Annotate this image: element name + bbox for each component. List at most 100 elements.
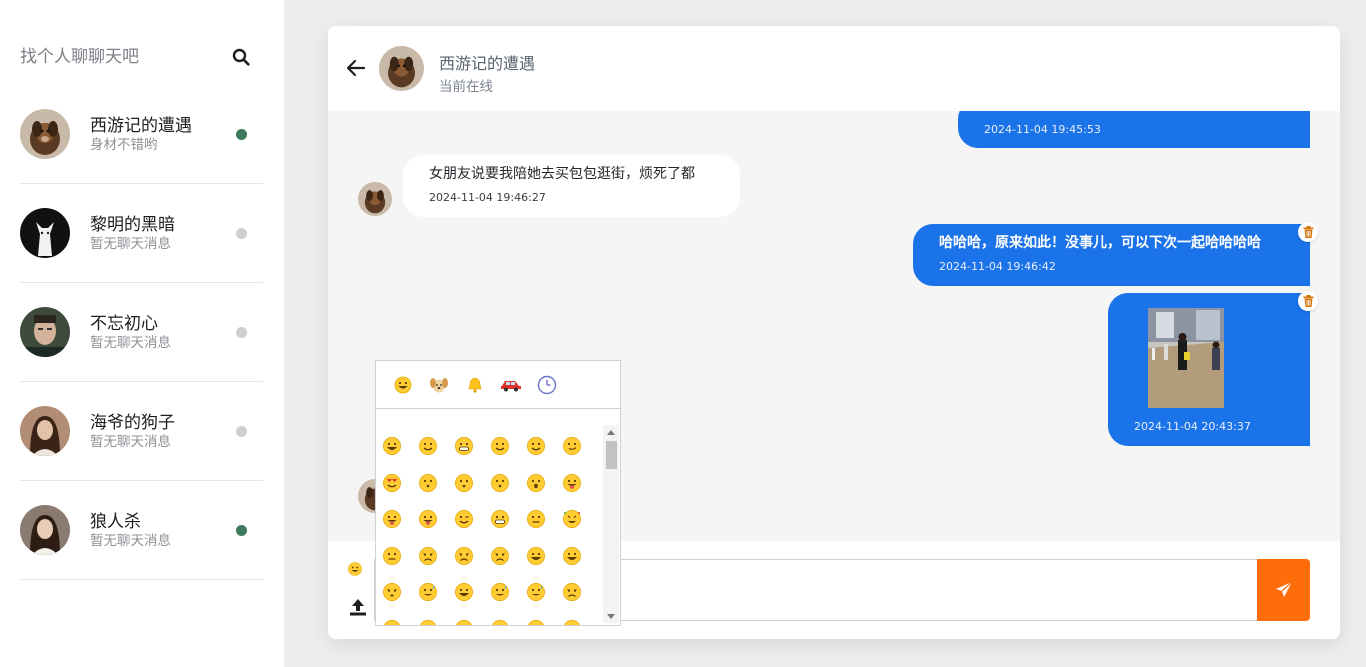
emoji-cell[interactable] — [562, 582, 598, 619]
contact-item[interactable]: 黎明的黑暗 暂无聊天消息 — [20, 184, 263, 283]
contact-text: 不忘初心 暂无聊天消息 — [90, 313, 171, 351]
emoji-face-icon — [563, 619, 581, 625]
online-status-dot — [236, 525, 247, 536]
emoji-cell[interactable] — [562, 473, 598, 510]
emoji-cell[interactable] — [526, 436, 562, 473]
emoji-face-icon — [491, 437, 509, 455]
emoji-cell[interactable] — [382, 546, 418, 583]
offline-status-dot — [236, 228, 247, 239]
emoji-category-bar — [376, 361, 620, 409]
chat-status: 当前在线 — [439, 79, 493, 95]
upload-icon — [350, 599, 366, 616]
send-button[interactable] — [1257, 559, 1310, 621]
emoji-cell[interactable] — [382, 509, 418, 546]
emoji-cell[interactable] — [490, 473, 526, 510]
contact-text: 西游记的遭遇 身材不错哟 — [90, 115, 192, 153]
emoji-cell[interactable] — [454, 436, 490, 473]
offline-status-dot — [236, 327, 247, 338]
contact-item[interactable]: 西游记的遭遇 身材不错哟 — [20, 85, 263, 184]
scroll-up-button[interactable] — [603, 425, 619, 439]
emoji-cell[interactable] — [526, 473, 562, 510]
contact-preview: 身材不错哟 — [90, 137, 158, 153]
sender-avatar — [358, 182, 392, 216]
emoji-category-animals[interactable] — [421, 370, 457, 400]
scroll-down-button[interactable] — [603, 609, 619, 623]
car-icon — [501, 380, 521, 391]
upload-button[interactable] — [348, 597, 370, 619]
emoji-grid-viewport — [376, 410, 620, 625]
emoji-cell[interactable] — [490, 546, 526, 583]
emoji-cell[interactable] — [490, 436, 526, 473]
emoji-face-icon — [491, 510, 509, 528]
emoji-cell[interactable] — [418, 619, 454, 625]
contact-name: 海爷的狗子 — [90, 413, 175, 433]
emoji-cell[interactable] — [526, 509, 562, 546]
emoji-toggle-button[interactable] — [348, 561, 366, 579]
header-avatar — [379, 46, 424, 91]
emoji-cell[interactable] — [526, 546, 562, 583]
search-button[interactable] — [226, 42, 256, 72]
emoji-face-icon — [527, 583, 545, 601]
emoji-face-icon — [419, 473, 437, 492]
outgoing-image-message: 2024-11-04 20:43:37 — [1108, 291, 1318, 446]
emoji-cell[interactable] — [418, 509, 454, 546]
contact-item[interactable]: 狼人杀 暂无聊天消息 — [20, 481, 263, 580]
message-text: 哈哈哈，原来如此！没事儿，可以下次一起哈哈哈哈 — [939, 235, 1261, 251]
emoji-face-icon — [455, 437, 473, 455]
emoji-cell[interactable] — [382, 582, 418, 619]
message-time: 2024-11-04 19:45:53 — [984, 123, 1101, 136]
contact-item[interactable]: 海爷的狗子 暂无聊天消息 — [20, 382, 263, 481]
triangle-up-icon — [607, 429, 615, 435]
online-status-dot — [236, 129, 247, 140]
search-input[interactable] — [20, 47, 210, 67]
emoji-cell[interactable] — [562, 619, 598, 625]
emoji-cell[interactable] — [418, 546, 454, 583]
emoji-cell[interactable] — [382, 619, 418, 625]
contact-preview: 暂无聊天消息 — [90, 533, 171, 549]
emoji-cell[interactable] — [562, 509, 598, 546]
emoji-face-icon — [419, 619, 437, 625]
emoji-cell[interactable] — [418, 436, 454, 473]
avatar — [20, 406, 70, 456]
emoji-cell[interactable] — [562, 436, 598, 473]
emoji-cell[interactable] — [562, 546, 598, 583]
emoji-cell[interactable] — [382, 473, 418, 510]
emoji-cell[interactable] — [454, 619, 490, 625]
back-button[interactable] — [345, 57, 367, 79]
emoji-cell[interactable] — [490, 509, 526, 546]
emoji-cell[interactable] — [490, 619, 526, 625]
emoji-cell[interactable] — [454, 546, 490, 583]
emoji-face-icon — [455, 473, 473, 492]
message-image[interactable] — [1148, 308, 1224, 408]
emoji-cell[interactable] — [418, 582, 454, 619]
emoji-cell[interactable] — [526, 582, 562, 619]
emoji-face-icon — [491, 583, 509, 601]
triangle-down-icon — [607, 613, 615, 619]
delete-message-button[interactable] — [1298, 291, 1318, 311]
emoji-face-icon — [563, 473, 581, 492]
scroll-thumb[interactable] — [606, 441, 617, 469]
emoji-category-recent[interactable] — [529, 370, 565, 400]
emoji-cell[interactable] — [454, 509, 490, 546]
contact-list: 西游记的遭遇 身材不错哟 黎明的黑暗 暂无聊天消息 不忘初心 暂无聊天消息 海爷… — [20, 85, 263, 580]
emoji-face-icon — [563, 437, 581, 455]
contact-item[interactable]: 不忘初心 暂无聊天消息 — [20, 283, 263, 382]
avatar — [20, 505, 70, 555]
emoji-scrollbar[interactable] — [603, 425, 619, 623]
bell-icon — [468, 377, 482, 393]
emoji-cell[interactable] — [490, 582, 526, 619]
arrow-left-icon — [346, 59, 366, 77]
emoji-cell[interactable] — [454, 582, 490, 619]
chat-title: 西游记的遭遇 — [439, 54, 536, 73]
emoji-cell[interactable] — [526, 619, 562, 625]
emoji-category-travel[interactable] — [493, 370, 529, 400]
emoji-category-objects[interactable] — [457, 370, 493, 400]
incoming-message: 女朋友说要我陪她去买包包逛街，烦死了都 2024-11-04 19:46:27 — [403, 155, 740, 217]
delete-message-button[interactable] — [1298, 222, 1318, 242]
emoji-cell[interactable] — [418, 473, 454, 510]
emoji-category-smileys[interactable] — [385, 370, 421, 400]
emoji-cell[interactable] — [382, 436, 418, 473]
emoji-cell[interactable] — [454, 473, 490, 510]
emoji-face-icon — [527, 437, 545, 455]
contact-text: 海爷的狗子 暂无聊天消息 — [90, 412, 175, 450]
